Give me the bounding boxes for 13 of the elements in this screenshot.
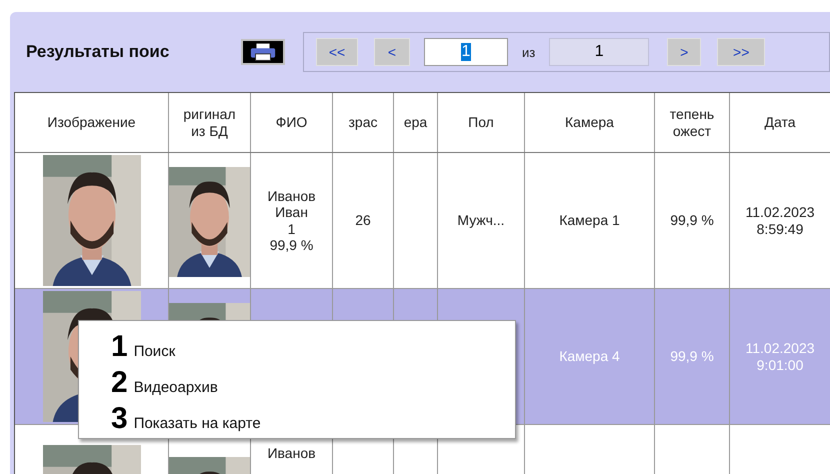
table-cell: 11.02.2023 9:01:00 — [745, 340, 815, 373]
table-cell: Камера 1 — [559, 212, 620, 229]
table-cell: Камера 4 — [559, 348, 620, 365]
table-cell: 11.02.2023 8:59:49 — [745, 204, 815, 237]
panel-title: Результаты поис — [26, 42, 170, 62]
of-label: из — [522, 44, 536, 60]
table-cell: Иванов — [267, 445, 316, 462]
table-cell: 99,9 % — [670, 212, 714, 229]
table-cell: Иванов Иван 1 99,9 % — [267, 188, 316, 253]
table-cell: 26 — [355, 212, 371, 229]
table-cell: 99,9 % — [670, 348, 714, 365]
total-pages-field: 1 — [549, 38, 650, 66]
table-cell: Мужч... — [457, 212, 505, 229]
